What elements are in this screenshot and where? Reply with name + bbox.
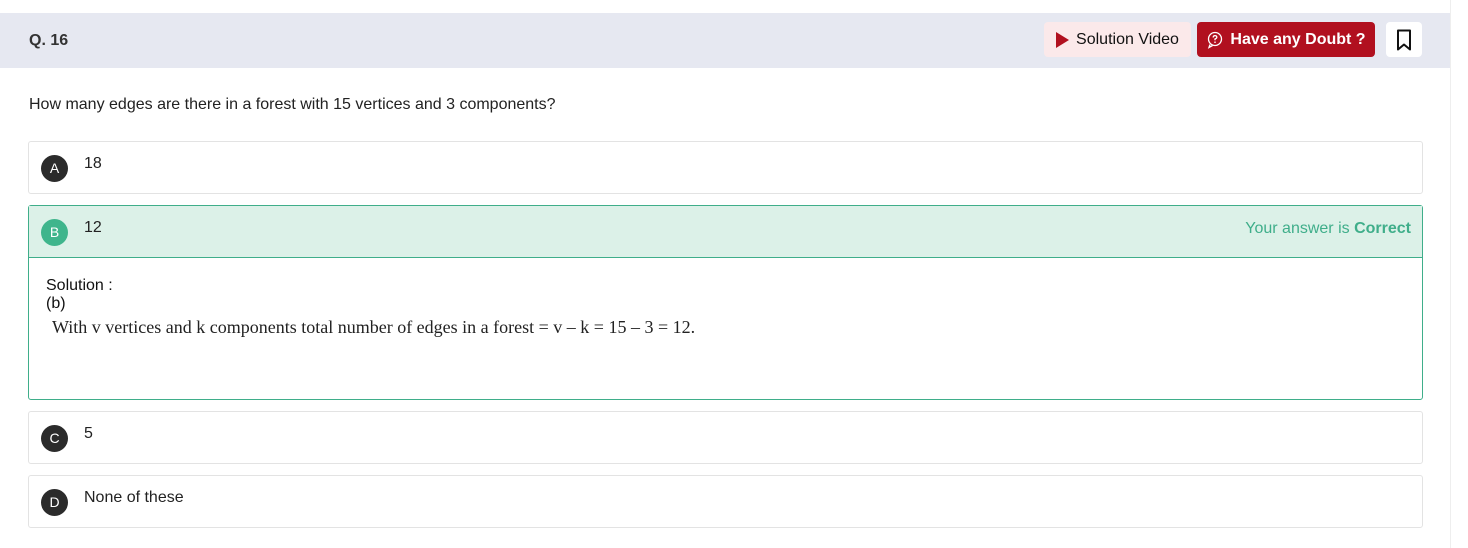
option-a[interactable]: A 18 xyxy=(28,141,1423,194)
option-b-text: 12 xyxy=(84,219,102,236)
option-b-badge: B xyxy=(41,219,68,246)
option-c[interactable]: C 5 xyxy=(28,411,1423,464)
verdict-status: Correct xyxy=(1354,220,1411,237)
bookmark-icon xyxy=(1397,29,1411,50)
option-d-text: None of these xyxy=(84,489,184,506)
option-d-badge: D xyxy=(41,489,68,516)
question-page: Q. 16 Solution Video Have any Doubt ? Ho… xyxy=(0,0,1468,548)
bookmark-button[interactable] xyxy=(1386,22,1422,57)
have-doubt-button[interactable]: Have any Doubt ? xyxy=(1197,22,1375,57)
option-b[interactable]: B 12 Your answer is Correct xyxy=(29,206,1422,258)
option-c-badge: C xyxy=(41,425,68,452)
have-doubt-label: Have any Doubt ? xyxy=(1230,30,1366,48)
chat-question-icon xyxy=(1208,31,1223,49)
answer-verdict: Your answer is Correct xyxy=(1245,220,1411,238)
option-b-correct-panel: B 12 Your answer is Correct Solution : (… xyxy=(28,205,1423,400)
play-icon xyxy=(1056,31,1070,48)
solution-video-button[interactable]: Solution Video xyxy=(1044,22,1191,57)
verdict-prefix: Your answer is xyxy=(1245,220,1350,237)
solution-answer: (b) xyxy=(46,295,66,312)
question-number: Q. 16 xyxy=(29,32,69,49)
solution-video-label: Solution Video xyxy=(1076,30,1179,48)
page-divider xyxy=(1450,0,1451,548)
option-c-text: 5 xyxy=(84,425,93,442)
solution-explanation: With v vertices and k components total n… xyxy=(52,317,696,337)
option-a-badge: A xyxy=(41,155,68,182)
option-d[interactable]: D None of these xyxy=(28,475,1423,528)
solution-title: Solution : xyxy=(46,277,113,294)
question-text: How many edges are there in a forest wit… xyxy=(29,96,556,113)
question-header: Q. 16 Solution Video Have any Doubt ? xyxy=(0,13,1450,68)
option-a-text: 18 xyxy=(84,155,102,172)
